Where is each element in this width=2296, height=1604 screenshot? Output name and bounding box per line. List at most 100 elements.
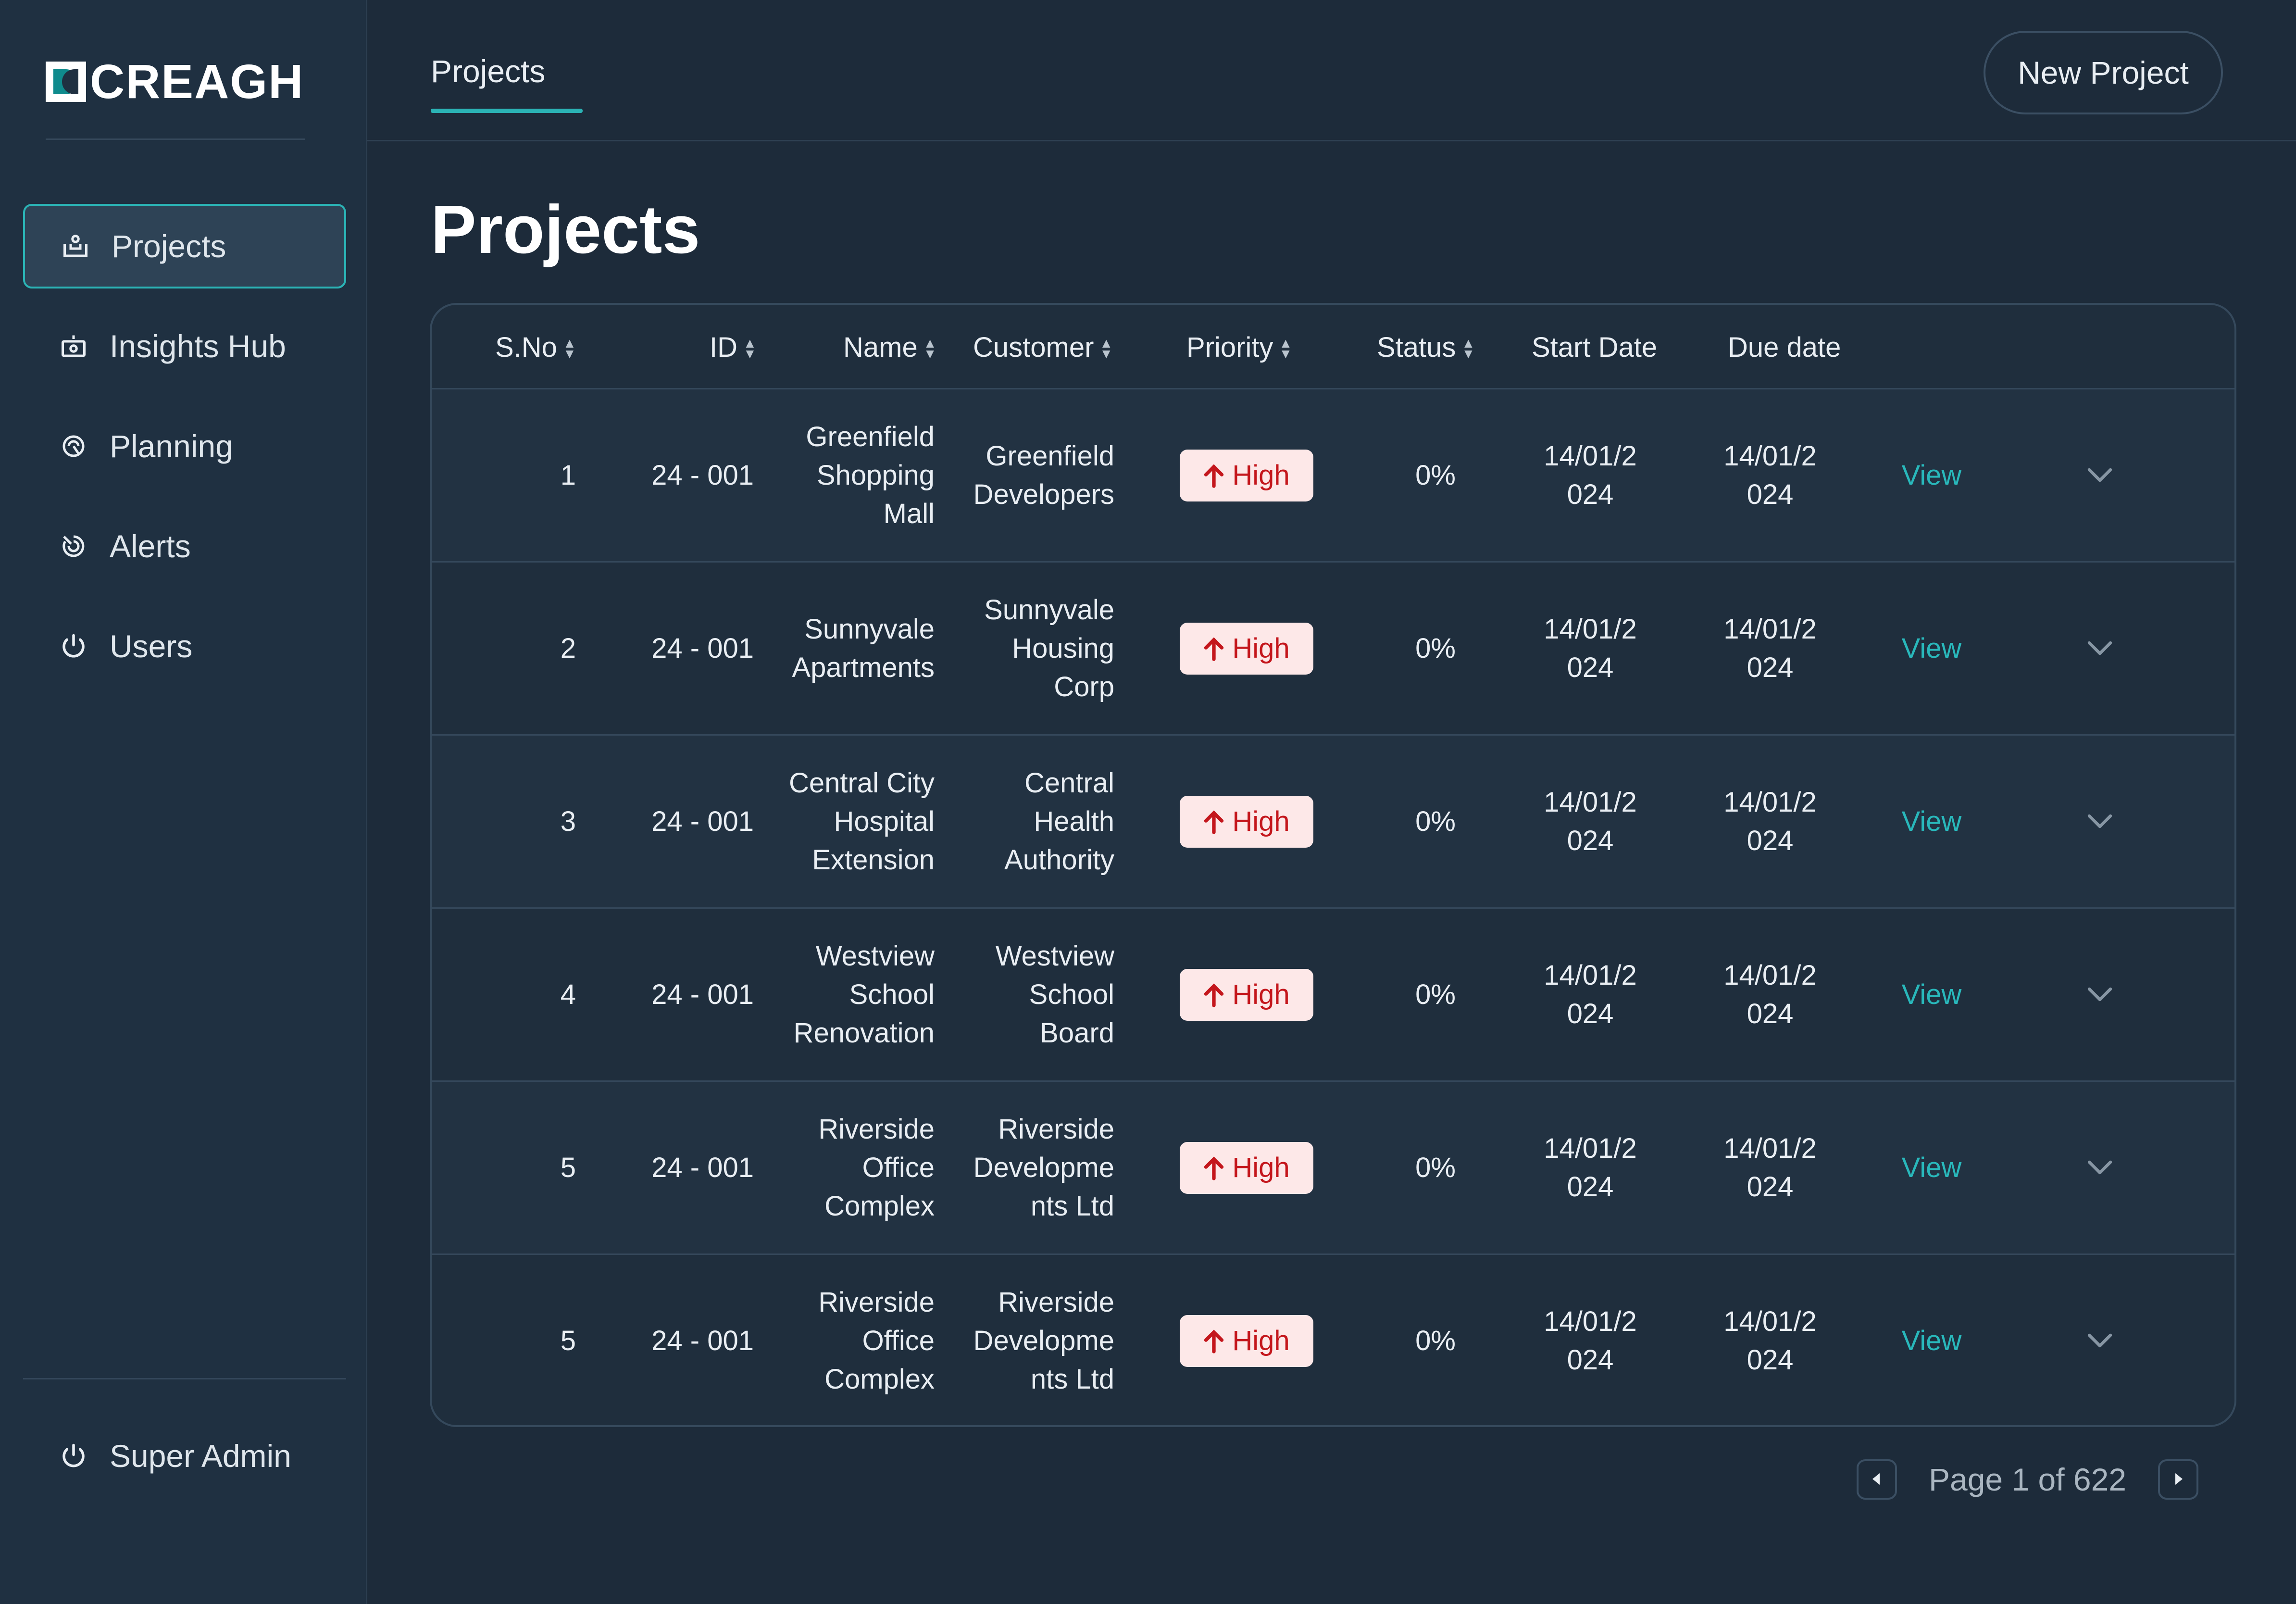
sidebar: CREAGH Projects Insights Hub Planning Al… [0, 0, 367, 1604]
new-project-button[interactable]: New Project [1984, 31, 2223, 114]
sidebar-item-super-admin[interactable]: Super Admin [23, 1414, 346, 1498]
cell-sno: 5 [560, 1152, 576, 1183]
priority-badge: High [1180, 622, 1313, 675]
top-bar: Projects New Project [367, 0, 2296, 141]
view-link[interactable]: View [1902, 456, 1962, 495]
table-row[interactable]: 4 24 - 001 Westview School Renovation Westvie… [432, 909, 2234, 1082]
chevron-down-icon[interactable] [2086, 1332, 2113, 1350]
cell-due-date: 14/01/2 024 [1723, 440, 1817, 510]
chevron-down-icon[interactable] [2086, 813, 2113, 830]
cell-customer: Central Health Authority [1004, 767, 1114, 876]
chevron-down-icon[interactable] [2086, 986, 2113, 1003]
column-header-id[interactable]: ID ▲ ▼ [710, 305, 757, 389]
planning-icon [58, 430, 89, 462]
column-header-status[interactable]: Status ▲ ▼ [1377, 305, 1475, 389]
cell-customer: Greenfield Developers [973, 440, 1114, 510]
cell-priority: High [1180, 563, 1324, 734]
cell-action: View [1874, 1255, 1989, 1425]
cell-sno: 3 [560, 805, 576, 837]
table-row[interactable]: 5 24 - 001 Riverside Office Complex Riverside… [432, 1082, 2234, 1255]
arrow-up-icon [1203, 636, 1224, 661]
alerts-icon [58, 530, 89, 562]
cell-start-date: 14/01/2 024 [1544, 1305, 1637, 1376]
next-page-button[interactable] [2158, 1459, 2199, 1500]
cell-name: Riverside Office Complex [818, 1113, 935, 1222]
column-header-customer[interactable]: Customer ▲ ▼ [973, 305, 1113, 389]
arrow-up-icon [1203, 1328, 1224, 1353]
cell-customer: Riverside Developme nts Ltd [973, 1286, 1114, 1395]
cell-start-date: 14/01/2 024 [1544, 613, 1637, 683]
cell-action: View [1874, 1082, 1989, 1253]
column-header-sno[interactable]: S.No ▲ ▼ [495, 305, 576, 389]
cell-start-date: 14/01/2 024 [1544, 959, 1637, 1029]
column-header-due-date: Due date [1728, 331, 1841, 363]
table-row[interactable]: 2 24 - 001 Sunnyvale Apartments Sunnyvale Hou… [432, 563, 2234, 736]
logo-icon [46, 62, 86, 102]
cell-id: 24 - 001 [651, 459, 754, 491]
sort-icon: ▲ ▼ [562, 336, 576, 361]
chevron-down-icon[interactable] [2086, 640, 2113, 657]
view-link[interactable]: View [1902, 1149, 1962, 1187]
column-header-name[interactable]: Name ▲ ▼ [843, 305, 936, 389]
power-icon [58, 1440, 89, 1472]
cell-expand [2066, 563, 2134, 734]
sidebar-item-insights-hub[interactable]: Insights Hub [23, 304, 346, 388]
chevron-down-icon[interactable] [2086, 467, 2113, 484]
table-row[interactable]: 5 24 - 001 Riverside Office Complex Riverside… [432, 1255, 2234, 1425]
cell-name: Greenfield Shopping Mall [806, 421, 935, 529]
cell-status: 0% [1415, 1325, 1456, 1356]
page-title: Projects [431, 191, 700, 268]
cell-priority: High [1180, 909, 1324, 1080]
sort-icon: ▲ ▼ [1099, 336, 1113, 361]
table-row[interactable]: 1 24 - 001 Greenfield Shopping Mall Greenfiel… [432, 389, 2234, 563]
table-row[interactable]: 3 24 - 001 Central City Hospital Extension Ce… [432, 736, 2234, 909]
caret-right-icon [2171, 1472, 2185, 1488]
sidebar-item-label: Users [110, 628, 193, 664]
cell-name: Sunnyvale Apartments [792, 613, 935, 683]
cell-due-date: 14/01/2 024 [1723, 613, 1817, 683]
logo-divider [46, 138, 305, 140]
cell-expand [2066, 389, 2134, 561]
cell-action: View [1874, 389, 1989, 561]
cell-priority: High [1180, 736, 1324, 907]
sidebar-item-label: Insights Hub [110, 328, 286, 364]
tab-projects[interactable]: Projects [431, 53, 545, 89]
cell-start-date: 14/01/2 024 [1544, 1132, 1637, 1203]
cell-start-date: 14/01/2 024 [1544, 786, 1637, 856]
arrow-up-icon [1203, 1155, 1224, 1180]
prev-page-button[interactable] [1857, 1459, 1897, 1500]
cell-name: Westview School Renovation [793, 940, 935, 1049]
cell-id: 24 - 001 [651, 805, 754, 837]
sidebar-item-label: Alerts [110, 528, 191, 564]
cell-id: 24 - 001 [651, 978, 754, 1010]
cell-status: 0% [1415, 459, 1456, 491]
view-link[interactable]: View [1902, 629, 1962, 668]
sidebar-item-users[interactable]: Users [23, 604, 346, 689]
cell-customer: Westview School Board [995, 940, 1114, 1049]
view-link[interactable]: View [1902, 976, 1962, 1014]
cell-status: 0% [1415, 632, 1456, 664]
brand-logo[interactable]: CREAGH [46, 58, 304, 106]
view-link[interactable]: View [1902, 1322, 1962, 1360]
sidebar-item-projects[interactable]: Projects [23, 204, 346, 288]
sidebar-item-label: Planning [110, 428, 233, 464]
caret-left-icon [1870, 1472, 1884, 1488]
arrow-up-icon [1203, 463, 1224, 488]
column-header-start-date: Start Date [1532, 331, 1658, 363]
arrow-up-icon [1203, 982, 1224, 1007]
sidebar-item-alerts[interactable]: Alerts [23, 504, 346, 589]
cell-action: View [1874, 736, 1989, 907]
sidebar-item-planning[interactable]: Planning [23, 404, 346, 489]
cell-due-date: 14/01/2 024 [1723, 959, 1817, 1029]
priority-badge: High [1180, 1141, 1313, 1194]
chevron-down-icon[interactable] [2086, 1159, 2113, 1177]
column-header-priority[interactable]: Priority ▲ ▼ [1186, 305, 1292, 389]
sort-icon: ▲ ▼ [923, 336, 937, 361]
cell-expand [2066, 1082, 2134, 1253]
cell-name: Central City Hospital Extension [789, 767, 935, 876]
sort-icon: ▲ ▼ [1279, 336, 1293, 361]
insights-icon [58, 330, 89, 362]
view-link[interactable]: View [1902, 802, 1962, 841]
cell-id: 24 - 001 [651, 632, 754, 664]
cell-status: 0% [1415, 978, 1456, 1010]
